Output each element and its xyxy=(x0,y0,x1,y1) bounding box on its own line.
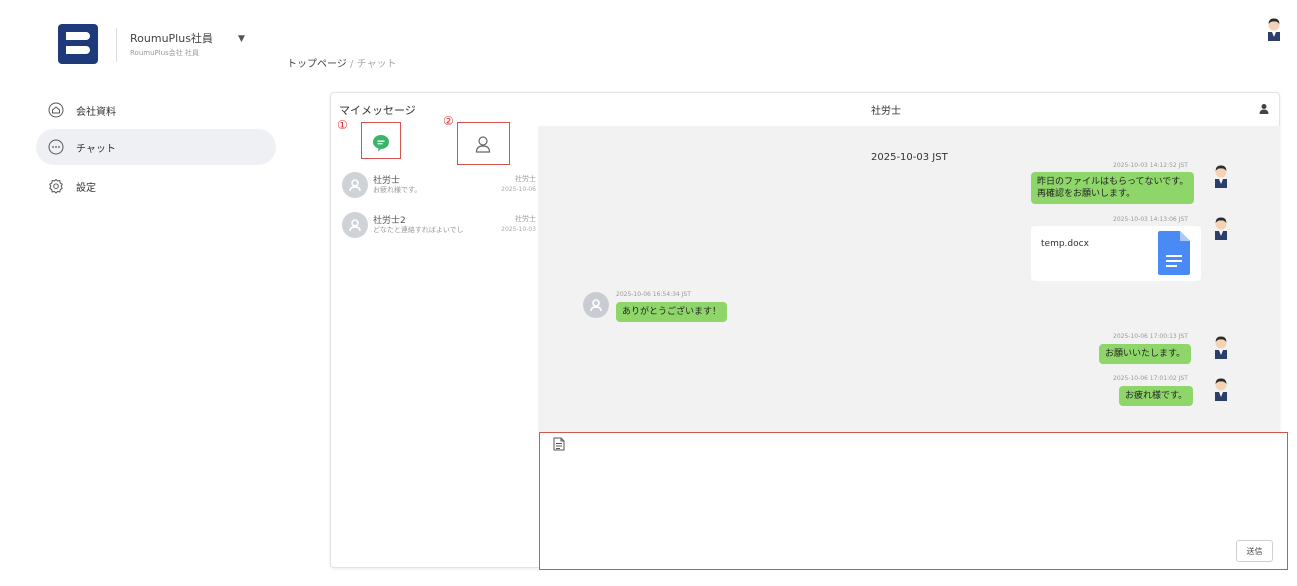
my-messages-title: マイメッセージ xyxy=(339,104,416,117)
message-input[interactable] xyxy=(539,432,1288,570)
annotation-marker-1: ① xyxy=(337,118,348,132)
message-text-line: 再確認をお願いします。 xyxy=(1037,189,1136,199)
file-name: temp.docx xyxy=(1041,239,1089,249)
message-bubble[interactable]: お疲れ様です。 xyxy=(1119,386,1194,406)
home-icon xyxy=(48,102,64,118)
breadcrumb-home[interactable]: トップページ xyxy=(287,59,347,70)
breadcrumb-current: チャット xyxy=(356,59,397,70)
company-sub-label: RoumuPlus会社 社員 xyxy=(130,49,199,57)
user-avatar-icon xyxy=(1215,378,1227,401)
sidebar-item-chat[interactable]: チャット xyxy=(36,129,276,165)
conversation-avatar-icon xyxy=(342,212,368,238)
conversation-item[interactable]: 社労士2 どなたと連絡すればよいでし 社労士 2025-10-03 xyxy=(342,210,538,240)
message-timestamp: 2025-10-06 17:00:13 JST xyxy=(1113,333,1188,340)
message-timestamp: 2025-10-06 16:54:34 JST xyxy=(616,291,691,298)
header-divider xyxy=(116,28,117,62)
sidebar-item-label: 設定 xyxy=(76,182,96,194)
message-text-line: 昨日のファイルはもらってないです。 xyxy=(1037,177,1189,187)
file-attachment-card[interactable]: temp.docx xyxy=(1031,226,1201,281)
file-attach-icon[interactable] xyxy=(553,437,565,451)
annotation-marker-2: ② xyxy=(443,114,454,128)
document-file-icon xyxy=(1158,231,1190,275)
message-timestamp: 2025-10-03 14:13:06 JST xyxy=(1113,216,1188,223)
chat-tab-icon[interactable] xyxy=(371,133,391,153)
conversation-preview: どなたと連絡すればよいでし xyxy=(373,226,464,234)
message-bubble[interactable]: 昨日のファイルはもらってないです。 再確認をお願いします。 xyxy=(1031,172,1195,204)
sidebar-item-settings[interactable]: 設定 xyxy=(36,168,276,204)
contacts-tab-icon[interactable] xyxy=(474,134,492,154)
sidebar-item-label: チャット xyxy=(76,143,116,155)
company-name[interactable]: RoumuPlus社員 xyxy=(130,30,213,46)
gear-icon xyxy=(48,178,64,194)
date-divider: 2025-10-03 JST xyxy=(871,152,948,163)
user-avatar-icon xyxy=(1215,217,1227,240)
logo-icon[interactable] xyxy=(58,24,98,64)
message-timestamp: 2025-10-03 14:12:52 JST xyxy=(1113,162,1188,169)
conversation-avatar-icon xyxy=(342,172,368,198)
user-avatar-icon[interactable] xyxy=(1262,15,1286,41)
conversation-tag: 社労士 xyxy=(515,175,536,183)
conversation-item[interactable]: 社労士 お疲れ様です。 社労士 2025-10-06 xyxy=(342,170,538,200)
conversation-date: 2025-10-03 xyxy=(501,226,536,233)
caret-down-icon[interactable]: ▼ xyxy=(238,34,245,44)
user-avatar-icon xyxy=(1215,336,1227,359)
message-timestamp: 2025-10-06 17:01:02 JST xyxy=(1113,375,1188,382)
sidebar-item-company-docs[interactable]: 会社資料 xyxy=(36,92,276,128)
conversation-date: 2025-10-06 xyxy=(501,186,536,193)
app-root: RoumuPlus社員 RoumuPlus会社 社員 ▼ トップページ / チャ… xyxy=(0,0,1297,586)
sidebar-item-label: 会社資料 xyxy=(76,106,116,118)
chat-partner-title: 社労士 xyxy=(871,106,901,117)
message-bubble[interactable]: ありがとうございます！ xyxy=(616,302,728,322)
breadcrumb: トップページ / チャット xyxy=(287,55,396,70)
send-button[interactable]: 送信 xyxy=(1236,540,1273,562)
person-icon[interactable] xyxy=(1258,103,1270,115)
conversation-preview: お疲れ様です。 xyxy=(373,186,422,194)
partner-avatar-icon xyxy=(583,292,609,318)
message-bubble[interactable]: お願いいたします。 xyxy=(1099,344,1192,364)
conversation-tag: 社労士 xyxy=(515,215,536,223)
breadcrumb-separator: / xyxy=(350,59,354,70)
chat-icon xyxy=(48,139,64,155)
user-avatar-icon xyxy=(1215,165,1227,188)
